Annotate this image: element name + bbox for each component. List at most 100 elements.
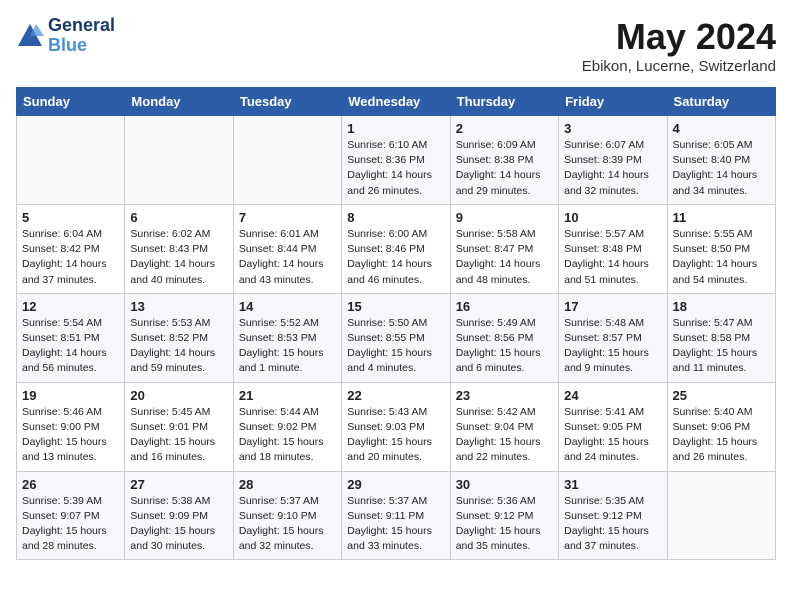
calendar-cell: 8Sunrise: 6:00 AM Sunset: 8:46 PM Daylig… <box>342 204 450 293</box>
day-content: Sunrise: 5:43 AM Sunset: 9:03 PM Dayligh… <box>347 405 444 466</box>
day-content: Sunrise: 5:36 AM Sunset: 9:12 PM Dayligh… <box>456 494 553 555</box>
day-content: Sunrise: 5:45 AM Sunset: 9:01 PM Dayligh… <box>130 405 227 466</box>
day-number: 1 <box>347 121 444 136</box>
day-number: 9 <box>456 210 553 225</box>
day-content: Sunrise: 5:55 AM Sunset: 8:50 PM Dayligh… <box>673 227 770 288</box>
day-number: 26 <box>22 477 119 492</box>
day-content: Sunrise: 5:50 AM Sunset: 8:55 PM Dayligh… <box>347 316 444 377</box>
day-content: Sunrise: 6:01 AM Sunset: 8:44 PM Dayligh… <box>239 227 336 288</box>
day-number: 10 <box>564 210 661 225</box>
day-number: 6 <box>130 210 227 225</box>
day-number: 16 <box>456 299 553 314</box>
calendar-cell: 27Sunrise: 5:38 AM Sunset: 9:09 PM Dayli… <box>125 471 233 560</box>
calendar-header-row: SundayMondayTuesdayWednesdayThursdayFrid… <box>17 88 776 116</box>
calendar-cell: 25Sunrise: 5:40 AM Sunset: 9:06 PM Dayli… <box>667 382 775 471</box>
day-content: Sunrise: 5:35 AM Sunset: 9:12 PM Dayligh… <box>564 494 661 555</box>
day-number: 5 <box>22 210 119 225</box>
calendar-cell: 5 Sunrise: 6:04 AM Sunset: 8:42 PM Daylig… <box>17 204 125 293</box>
day-number: 11 <box>673 210 770 225</box>
day-content: Sunrise: 6:04 AM Sunset: 8:42 PM Dayligh… <box>22 227 119 288</box>
calendar-cell: 24 Sunrise: 5:41 AM Sunset: 9:05 PM Dayli… <box>559 382 667 471</box>
logo-icon <box>16 22 44 50</box>
calendar-cell <box>233 116 341 205</box>
day-content: Sunrise: 5:48 AM Sunset: 8:57 PM Dayligh… <box>564 316 661 377</box>
day-content: Sunrise: 5:54 AM Sunset: 8:51 PM Dayligh… <box>22 316 119 377</box>
day-content: Sunrise: 6:00 AM Sunset: 8:46 PM Dayligh… <box>347 227 444 288</box>
calendar-table: SundayMondayTuesdayWednesdayThursdayFrid… <box>16 87 776 560</box>
day-content: Sunrise: 6:05 AM Sunset: 8:40 PM Dayligh… <box>673 138 770 199</box>
calendar-cell: 18Sunrise: 5:47 AM Sunset: 8:58 PM Dayli… <box>667 293 775 382</box>
day-number: 12 <box>22 299 119 314</box>
day-content: Sunrise: 5:49 AM Sunset: 8:56 PM Dayligh… <box>456 316 553 377</box>
calendar-cell: 28 Sunrise: 5:37 AM Sunset: 9:10 PM Dayli… <box>233 471 341 560</box>
day-number: 20 <box>130 388 227 403</box>
day-content: Sunrise: 5:37 AM Sunset: 9:10 PM Dayligh… <box>239 494 336 555</box>
day-content: Sunrise: 6:09 AM Sunset: 8:38 PM Dayligh… <box>456 138 553 199</box>
day-number: 14 <box>239 299 336 314</box>
calendar-week-3: 19 Sunrise: 5:46 AM Sunset: 9:00 PM Dayli… <box>17 382 776 471</box>
weekday-header-friday: Friday <box>559 88 667 116</box>
day-content: Sunrise: 5:41 AM Sunset: 9:05 PM Dayligh… <box>564 405 661 466</box>
day-content: Sunrise: 5:37 AM Sunset: 9:11 PM Dayligh… <box>347 494 444 555</box>
calendar-week-1: 5 Sunrise: 6:04 AM Sunset: 8:42 PM Daylig… <box>17 204 776 293</box>
day-content: Sunrise: 6:02 AM Sunset: 8:43 PM Dayligh… <box>130 227 227 288</box>
day-content: Sunrise: 5:52 AM Sunset: 8:53 PM Dayligh… <box>239 316 336 377</box>
day-content: Sunrise: 5:42 AM Sunset: 9:04 PM Dayligh… <box>456 405 553 466</box>
calendar-cell: 12 Sunrise: 5:54 AM Sunset: 8:51 PM Dayli… <box>17 293 125 382</box>
page-header: General Blue May 2024 Ebikon, Lucerne, S… <box>16 16 776 75</box>
weekday-header-wednesday: Wednesday <box>342 88 450 116</box>
day-number: 30 <box>456 477 553 492</box>
calendar-cell: 7 Sunrise: 6:01 AM Sunset: 8:44 PM Daylig… <box>233 204 341 293</box>
weekday-header-saturday: Saturday <box>667 88 775 116</box>
day-number: 17 <box>564 299 661 314</box>
month-title: May 2024 <box>582 16 776 58</box>
day-number: 31 <box>564 477 661 492</box>
day-number: 3 <box>564 121 661 136</box>
logo-text: General Blue <box>48 16 115 56</box>
calendar-cell: 26 Sunrise: 5:39 AM Sunset: 9:07 PM Dayli… <box>17 471 125 560</box>
day-number: 27 <box>130 477 227 492</box>
title-block: May 2024 Ebikon, Lucerne, Switzerland <box>582 16 776 75</box>
day-number: 22 <box>347 388 444 403</box>
day-content: Sunrise: 6:10 AM Sunset: 8:36 PM Dayligh… <box>347 138 444 199</box>
calendar-week-2: 12 Sunrise: 5:54 AM Sunset: 8:51 PM Dayli… <box>17 293 776 382</box>
day-number: 19 <box>22 388 119 403</box>
day-content: Sunrise: 5:46 AM Sunset: 9:00 PM Dayligh… <box>22 405 119 466</box>
day-number: 15 <box>347 299 444 314</box>
calendar-cell <box>667 471 775 560</box>
calendar-cell <box>17 116 125 205</box>
calendar-cell: 16 Sunrise: 5:49 AM Sunset: 8:56 PM Dayli… <box>450 293 558 382</box>
day-content: Sunrise: 5:57 AM Sunset: 8:48 PM Dayligh… <box>564 227 661 288</box>
calendar-cell: 4Sunrise: 6:05 AM Sunset: 8:40 PM Daylig… <box>667 116 775 205</box>
calendar-cell <box>125 116 233 205</box>
day-number: 24 <box>564 388 661 403</box>
weekday-header-monday: Monday <box>125 88 233 116</box>
calendar-cell: 31 Sunrise: 5:35 AM Sunset: 9:12 PM Dayli… <box>559 471 667 560</box>
calendar-cell: 23 Sunrise: 5:42 AM Sunset: 9:04 PM Dayli… <box>450 382 558 471</box>
location-subtitle: Ebikon, Lucerne, Switzerland <box>582 58 776 75</box>
calendar-cell: 21Sunrise: 5:44 AM Sunset: 9:02 PM Dayli… <box>233 382 341 471</box>
calendar-cell: 6 Sunrise: 6:02 AM Sunset: 8:43 PM Daylig… <box>125 204 233 293</box>
day-content: Sunrise: 5:58 AM Sunset: 8:47 PM Dayligh… <box>456 227 553 288</box>
calendar-cell: 9 Sunrise: 5:58 AM Sunset: 8:47 PM Daylig… <box>450 204 558 293</box>
day-number: 13 <box>130 299 227 314</box>
day-content: Sunrise: 5:40 AM Sunset: 9:06 PM Dayligh… <box>673 405 770 466</box>
calendar-week-4: 26 Sunrise: 5:39 AM Sunset: 9:07 PM Dayli… <box>17 471 776 560</box>
calendar-cell: 3 Sunrise: 6:07 AM Sunset: 8:39 PM Daylig… <box>559 116 667 205</box>
day-number: 28 <box>239 477 336 492</box>
day-content: Sunrise: 5:39 AM Sunset: 9:07 PM Dayligh… <box>22 494 119 555</box>
calendar-cell: 29Sunrise: 5:37 AM Sunset: 9:11 PM Dayli… <box>342 471 450 560</box>
weekday-header-thursday: Thursday <box>450 88 558 116</box>
day-number: 2 <box>456 121 553 136</box>
calendar-cell: 15 Sunrise: 5:50 AM Sunset: 8:55 PM Dayli… <box>342 293 450 382</box>
calendar-cell: 17 Sunrise: 5:48 AM Sunset: 8:57 PM Dayli… <box>559 293 667 382</box>
day-number: 21 <box>239 388 336 403</box>
day-number: 23 <box>456 388 553 403</box>
calendar-cell: 22 Sunrise: 5:43 AM Sunset: 9:03 PM Dayli… <box>342 382 450 471</box>
day-number: 7 <box>239 210 336 225</box>
calendar-cell: 11 Sunrise: 5:55 AM Sunset: 8:50 PM Dayli… <box>667 204 775 293</box>
calendar-cell: 20 Sunrise: 5:45 AM Sunset: 9:01 PM Dayli… <box>125 382 233 471</box>
day-content: Sunrise: 6:07 AM Sunset: 8:39 PM Dayligh… <box>564 138 661 199</box>
calendar-cell: 1 Sunrise: 6:10 AM Sunset: 8:36 PM Daylig… <box>342 116 450 205</box>
weekday-header-tuesday: Tuesday <box>233 88 341 116</box>
